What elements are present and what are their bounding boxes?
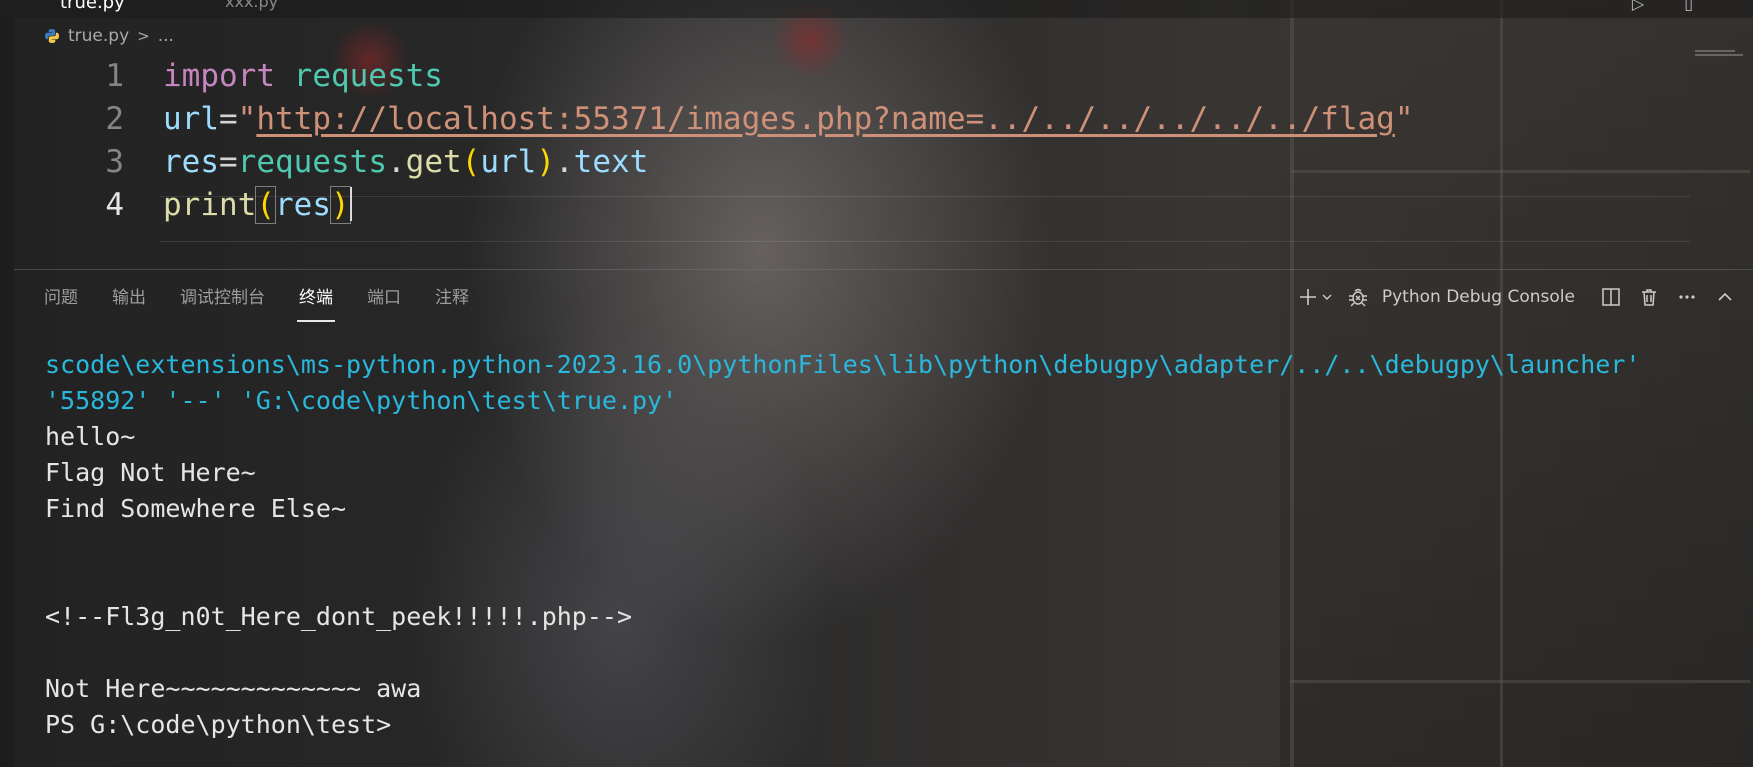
code-token: res xyxy=(163,144,219,180)
line-number: 1 xyxy=(105,58,124,94)
ellipsis-icon[interactable] xyxy=(1673,283,1701,311)
terminal-line: '55892' '--' 'G:\code\python\test\true.p… xyxy=(45,386,678,415)
chevron-down-icon[interactable] xyxy=(1320,283,1334,311)
breadcrumb-more[interactable]: ... xyxy=(158,26,174,46)
code-text: print(res) xyxy=(163,181,352,229)
code-line[interactable]: 2 url="http://localhost:55371/images.php?… xyxy=(0,95,1753,143)
terminal-line: Find Somewhere Else~ xyxy=(45,494,347,523)
split-icon[interactable] xyxy=(1597,283,1625,311)
code-token: . xyxy=(555,144,574,180)
line-number: 2 xyxy=(105,101,124,137)
code-token: requests xyxy=(237,144,387,180)
tab-terminal[interactable]: 终端 xyxy=(297,284,335,322)
code-text: url="http://localhost:55371/images.php?n… xyxy=(163,95,1414,143)
vscode-window: true.py xxx.py ▷▯ true.py > ... 1 import … xyxy=(0,0,1753,767)
editor-actions: ▷▯ xyxy=(1632,0,1733,13)
terminal-line: <!--Fl3g_n0t_Here_dont_peek!!!!!.php--> xyxy=(45,602,632,631)
tab-true-py[interactable]: true.py xyxy=(0,0,195,18)
code-token: ) xyxy=(330,186,351,224)
chevron-up-icon[interactable] xyxy=(1711,283,1739,311)
text-cursor xyxy=(349,187,352,221)
terminal-line: scode\extensions\ms-python.python-2023.1… xyxy=(45,350,1641,379)
panel-divider[interactable] xyxy=(14,269,1753,270)
tab-debug-console[interactable]: 调试控制台 xyxy=(180,284,265,316)
code-token: url xyxy=(480,144,537,180)
editor-tab-strip: true.py xxx.py ▷▯ xyxy=(0,0,1753,18)
tab-output[interactable]: 输出 xyxy=(112,284,146,316)
tab-comments[interactable]: 注释 xyxy=(435,284,469,316)
code-editor[interactable]: 1 import requests 2 url="http://localhost:5… xyxy=(0,52,1753,267)
tab-problems[interactable]: 问题 xyxy=(44,284,78,316)
terminal-line: hello~ xyxy=(45,422,136,451)
code-line[interactable]: 3 res=requests.get(url).text xyxy=(0,138,1753,186)
terminal-line: Not Here~~~~~~~~~~~~~ awa xyxy=(45,674,422,703)
breadcrumb-file[interactable]: true.py xyxy=(68,26,129,46)
tab-other-file[interactable]: xxx.py xyxy=(225,0,345,18)
plus-icon[interactable] xyxy=(1294,283,1322,311)
panel-actions: Python Debug Console xyxy=(1294,282,1739,312)
code-token: requests xyxy=(293,58,443,94)
code-token: " xyxy=(1394,101,1414,137)
bug-icon xyxy=(1344,283,1372,311)
code-token: import xyxy=(163,58,275,94)
tab-label: xxx.py xyxy=(225,0,279,11)
panel-tab-bar: 问题 输出 调试控制台 终端 端口 注释 xyxy=(44,284,503,322)
python-icon xyxy=(44,28,60,44)
trash-icon[interactable] xyxy=(1635,283,1663,311)
code-token: ( xyxy=(461,144,481,180)
code-token: http://localhost:55371/images.php?name=.… xyxy=(256,101,1395,137)
split-editor-icon[interactable]: ▯ xyxy=(1684,0,1733,13)
code-token: ) xyxy=(536,144,555,180)
tab-label: true.py xyxy=(60,0,125,13)
code-text: import requests xyxy=(163,52,443,100)
code-text: res=requests.get(url).text xyxy=(163,138,648,186)
code-token: . xyxy=(386,144,406,180)
terminal-line: PS G:\code\python\test> xyxy=(45,710,392,739)
code-token: print xyxy=(163,187,257,223)
code-token: url xyxy=(163,101,219,137)
code-token: get xyxy=(405,144,462,180)
terminal-line: Flag Not Here~ xyxy=(45,458,256,487)
line-number: 3 xyxy=(105,144,124,180)
run-icon[interactable]: ▷ xyxy=(1632,0,1684,13)
code-token: ( xyxy=(255,186,276,224)
terminal-name[interactable]: Python Debug Console xyxy=(1382,287,1575,307)
breadcrumb-separator: > xyxy=(137,27,150,45)
code-token: = xyxy=(219,144,238,180)
tab-ports[interactable]: 端口 xyxy=(367,284,401,316)
code-line[interactable]: 1 import requests xyxy=(0,52,1753,100)
code-token: res xyxy=(275,187,331,223)
code-token: text xyxy=(573,144,649,180)
code-token: " xyxy=(237,101,257,137)
terminal-output[interactable]: scode\extensions\ms-python.python-2023.1… xyxy=(45,347,1745,743)
breadcrumb: true.py > ... xyxy=(44,24,174,48)
code-line[interactable]: 4 print(res) xyxy=(0,181,1753,229)
code-token: = xyxy=(219,101,238,137)
line-number: 4 xyxy=(105,187,124,223)
